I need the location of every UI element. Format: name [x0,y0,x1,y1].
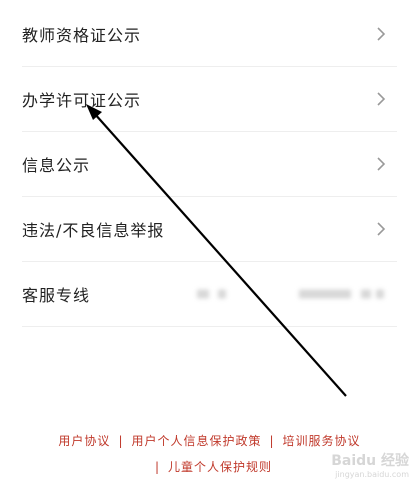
watermark-url: jingyan.baidu.com [335,470,409,479]
blurred-phone-number [218,289,226,299]
blurred-phone-number [361,289,371,299]
menu-item-label: 违法/不良信息举报 [22,221,165,240]
blurred-phone-number [299,289,351,299]
footer-separator: | [154,460,161,474]
child-protection-rules-link[interactable]: 儿童个人保护规则 [168,460,272,474]
menu-item-label: 客服专线 [22,286,91,305]
menu-item-label: 教师资格证公示 [22,26,142,45]
baidu-watermark: Baidu 经验 jingyan.baidu.com [313,444,413,484]
blurred-phone-number [376,289,384,299]
menu-item-label: 办学许可证公示 [22,91,142,110]
footer-separator: | [269,434,275,448]
chevron-right-icon [375,221,387,237]
menu-item-report-illegal[interactable]: 违法/不良信息举报 [22,197,397,262]
footer-separator: | [118,434,124,448]
chevron-right-icon [375,156,387,172]
blurred-phone-number [197,289,209,299]
menu-item-customer-hotline[interactable]: 客服专线 [22,262,397,327]
menu-item-info-disclosure[interactable]: 信息公示 [22,132,397,197]
privacy-policy-link[interactable]: 用户个人信息保护政策 [131,434,261,448]
chevron-right-icon [375,91,387,107]
menu-item-teacher-certificate[interactable]: 教师资格证公示 [22,2,397,67]
menu-item-school-license[interactable]: 办学许可证公示 [22,67,397,132]
watermark-text: Baidu 经验 [331,453,409,469]
chevron-right-icon [375,26,387,42]
user-agreement-link[interactable]: 用户协议 [58,434,110,448]
menu-item-label: 信息公示 [22,156,91,175]
